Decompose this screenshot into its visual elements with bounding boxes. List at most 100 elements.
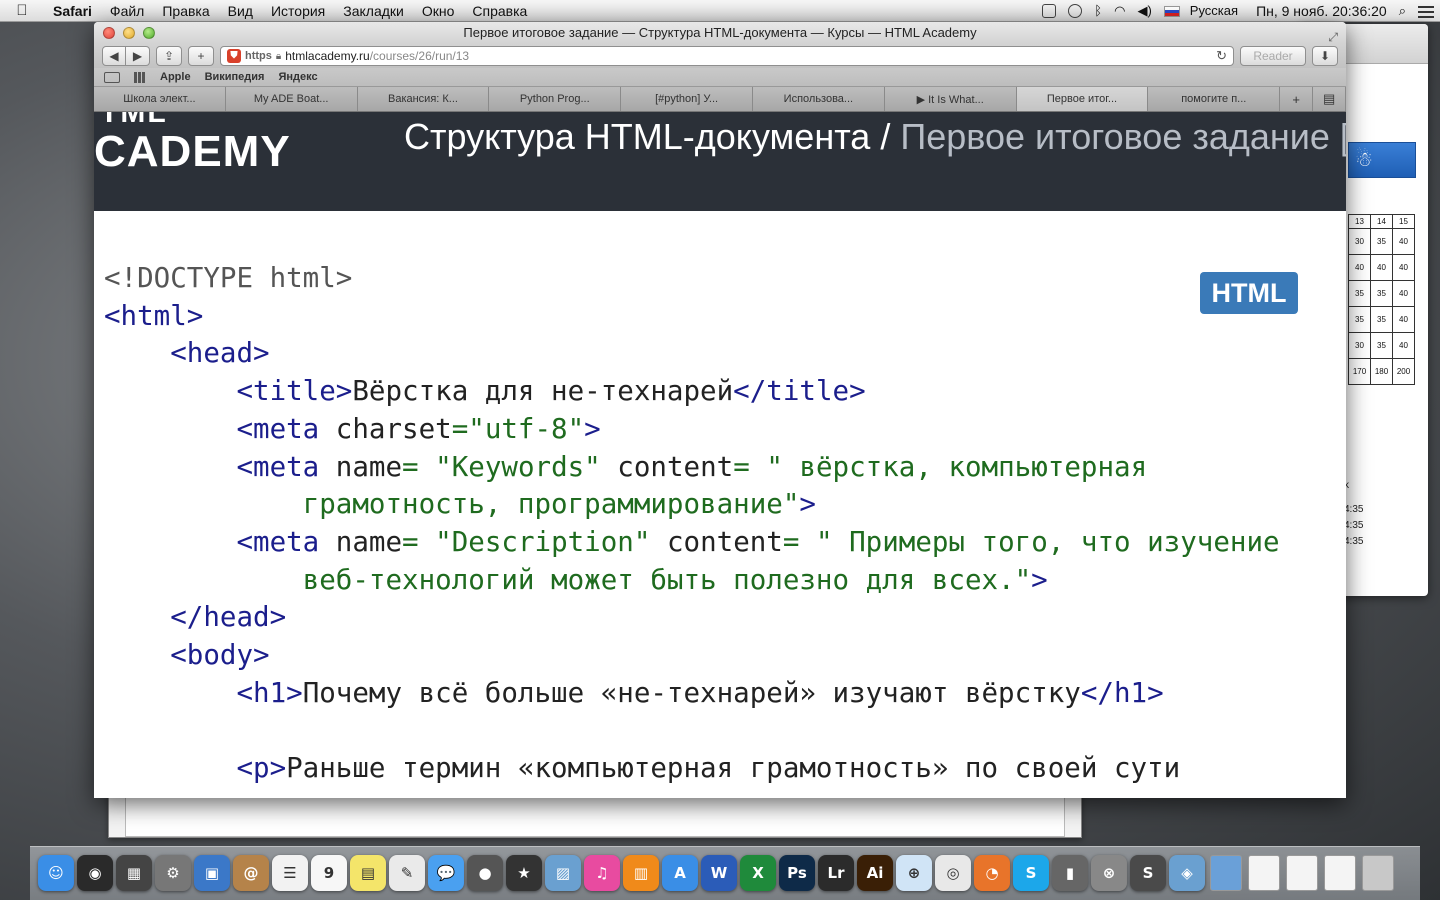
site-logo[interactable]: CADEMY: [94, 127, 291, 177]
notification-center-icon[interactable]: [1412, 3, 1440, 18]
skype-icon[interactable]: S: [1013, 855, 1049, 891]
input-source[interactable]: Русская: [1158, 3, 1250, 18]
tab-8-active[interactable]: Первое итог...: [1016, 87, 1149, 111]
firefox-icon[interactable]: ◔: [974, 855, 1010, 891]
new-tab-button[interactable]: +: [1280, 87, 1314, 111]
table-cell: 30: [1348, 332, 1371, 359]
tab-5[interactable]: [#python] У...: [621, 87, 753, 111]
dock: ☺ ◉ ▦ ⚙ ▣ @ ☰ 9 ▤ ✎ 💬 ● ★ ▨ ♫ ▥ A W X Ps Lr Ai ⊕ ◎ ◔ S ▮ ⊗ S ◈: [30, 846, 1420, 900]
bookmark-yandex[interactable]: Яндекс: [278, 71, 317, 83]
table-cell: 40: [1348, 254, 1371, 281]
apple-menu-icon[interactable]: : [0, 2, 44, 19]
forward-button[interactable]: ▶: [126, 46, 150, 66]
time-machine-icon[interactable]: [1062, 3, 1088, 19]
trash-icon[interactable]: [1362, 855, 1394, 891]
contacts-icon[interactable]: @: [233, 855, 269, 891]
mission-control-icon[interactable]: ▦: [116, 855, 152, 891]
excel-icon[interactable]: X: [740, 855, 776, 891]
illustrator-icon[interactable]: Ai: [857, 855, 893, 891]
code-eq: =: [451, 412, 469, 445]
preview-icon[interactable]: ▣: [194, 855, 230, 891]
menu-app-safari[interactable]: Safari: [44, 3, 101, 19]
tab-3[interactable]: Вакансия: К...: [357, 87, 490, 111]
tab-bar: Школа элект... My ADE Boat... Вакансия: …: [94, 87, 1346, 112]
url-host: htmlacademy.ru: [285, 49, 370, 63]
volume-icon[interactable]: ◀): [1131, 3, 1157, 19]
bookmark-apple[interactable]: Apple: [160, 71, 191, 83]
stickies-icon[interactable]: ▤: [350, 855, 386, 891]
dashboard-icon[interactable]: ◉: [77, 855, 113, 891]
share-button[interactable]: ⇪: [156, 46, 182, 66]
launchpad-icon[interactable]: ▮: [1052, 855, 1088, 891]
document-stack-icon[interactable]: [1324, 855, 1356, 891]
course-name[interactable]: Структура HTML-документа: [404, 116, 870, 157]
safari-icon[interactable]: ⊕: [896, 855, 932, 891]
app-store-icon[interactable]: A: [662, 855, 698, 891]
document-stack-icon[interactable]: [1248, 855, 1280, 891]
code-eq: =: [782, 525, 816, 558]
menu-help[interactable]: Справка: [463, 3, 536, 19]
address-bar[interactable]: ⛊ https 🔒︎ htmlacademy.ru/courses/26/run…: [220, 46, 1234, 66]
document-stack-icon[interactable]: [1286, 855, 1318, 891]
downloads-button[interactable]: ⬇: [1312, 46, 1338, 66]
minimize-window-button[interactable]: [123, 27, 135, 39]
top-sites-icon[interactable]: [134, 71, 146, 83]
tab-7[interactable]: ▶ It Is What...: [884, 87, 1017, 111]
code-body-open: <body>: [170, 639, 270, 672]
itunes-icon[interactable]: ♫: [584, 855, 620, 891]
reader-button[interactable]: Reader: [1240, 46, 1306, 66]
menu-view[interactable]: Вид: [219, 3, 262, 19]
menu-history[interactable]: История: [262, 3, 334, 19]
tab-1[interactable]: Школа элект...: [94, 87, 226, 111]
code-string: " вёрстка, компьютерная: [766, 450, 1148, 483]
word-icon[interactable]: W: [701, 855, 737, 891]
window-titlebar[interactable]: Первое итоговое задание — Структура HTML…: [94, 22, 1346, 44]
time-label: 4:35: [1344, 520, 1364, 531]
preview2-icon[interactable]: ◈: [1169, 855, 1205, 891]
reload-icon[interactable]: ↻: [1216, 48, 1227, 64]
table-cell: 35: [1370, 280, 1393, 307]
photoshop-icon[interactable]: Ps: [779, 855, 815, 891]
iphoto-icon[interactable]: ▨: [545, 855, 581, 891]
tab-9[interactable]: помогите п...: [1148, 87, 1281, 111]
bluetooth-icon[interactable]: ᛒ: [1088, 3, 1108, 18]
facetime-icon[interactable]: ●: [467, 855, 503, 891]
close-window-button[interactable]: [103, 27, 115, 39]
menu-bookmarks[interactable]: Закладки: [334, 3, 413, 19]
zoom-window-button[interactable]: [143, 27, 155, 39]
wifi-icon[interactable]: ◠: [1108, 3, 1131, 19]
table-row: 30 35 40: [1348, 228, 1415, 255]
code-doctype: <!DOCTYPE html>: [104, 262, 353, 294]
calendar-icon[interactable]: 9: [311, 855, 347, 891]
code-eq: =: [402, 525, 436, 558]
system-preferences-icon[interactable]: ⚙: [155, 855, 191, 891]
tab-overview-button[interactable]: ▤: [1313, 87, 1346, 111]
tab-2[interactable]: My ADE Boat...: [225, 87, 358, 111]
reminders-icon[interactable]: ☰: [272, 855, 308, 891]
textedit-icon[interactable]: ✎: [389, 855, 425, 891]
chrome-icon[interactable]: ◎: [935, 855, 971, 891]
menubar-clock[interactable]: Пн, 9 нояб. 20:36:20: [1250, 3, 1393, 19]
bookmark-wikipedia[interactable]: Википедия: [205, 71, 265, 83]
tab-4[interactable]: Python Prog...: [489, 87, 622, 111]
course-title: Структура HTML-документа / Первое итогов…: [404, 116, 1346, 158]
applications-folder-icon[interactable]: [1210, 855, 1242, 891]
back-button[interactable]: ◀: [102, 46, 126, 66]
checkmark-icon[interactable]: [1036, 3, 1062, 19]
add-bookmark-button[interactable]: +: [188, 46, 214, 66]
imovie-icon[interactable]: ★: [506, 855, 542, 891]
safari-window: Первое итоговое задание — Структура HTML…: [94, 22, 1346, 798]
menu-file[interactable]: Файл: [101, 3, 153, 19]
sublime-icon[interactable]: S: [1130, 855, 1166, 891]
reading-list-icon[interactable]: [104, 71, 120, 83]
menu-edit[interactable]: Правка: [153, 3, 218, 19]
messages-icon[interactable]: 💬: [428, 855, 464, 891]
lightroom-icon[interactable]: Lr: [818, 855, 854, 891]
utility-icon[interactable]: ⊗: [1091, 855, 1127, 891]
spotlight-search-icon[interactable]: ⌕: [1393, 3, 1412, 19]
menu-window[interactable]: Окно: [413, 3, 464, 19]
tab-6[interactable]: Использова...: [752, 87, 885, 111]
finder-icon[interactable]: ☺: [38, 855, 74, 891]
ibooks-icon[interactable]: ▥: [623, 855, 659, 891]
table-cell: 40: [1392, 306, 1415, 333]
